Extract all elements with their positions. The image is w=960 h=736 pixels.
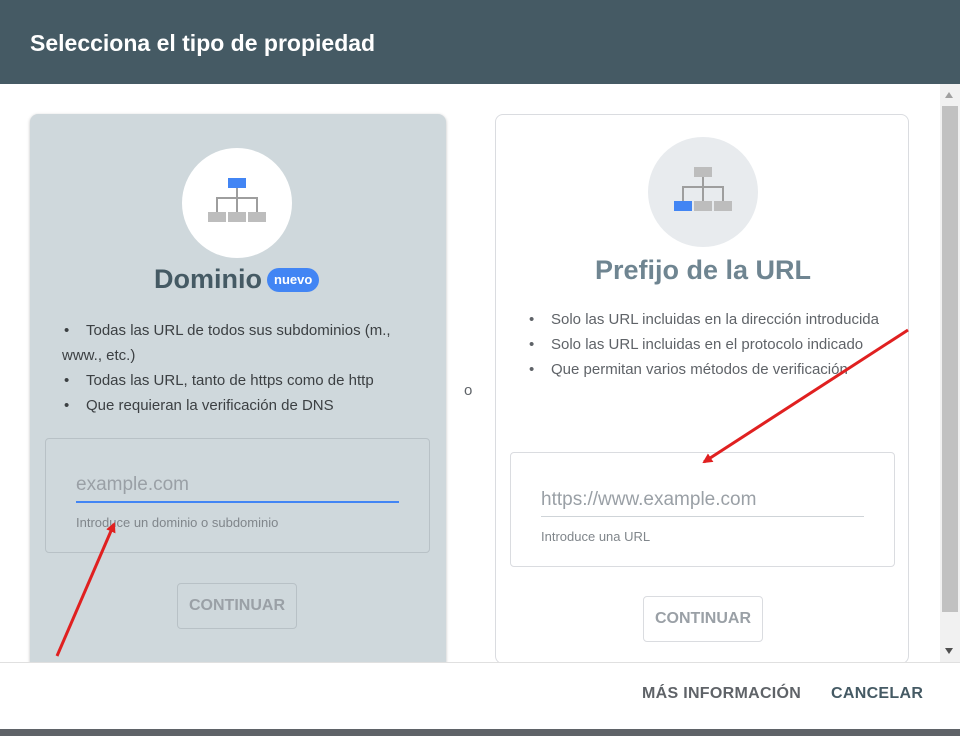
- url-prefix-title: Prefijo de la URL: [594, 255, 812, 285]
- list-item: Que permitan varios métodos de verificac…: [527, 357, 897, 382]
- scrollbar-thumb[interactable]: [942, 106, 958, 612]
- property-type-dialog: Selecciona el tipo de propiedad Dominio: [0, 0, 960, 736]
- vertical-scrollbar[interactable]: [940, 84, 960, 662]
- dialog-body: Dominio nuevo Todas las URL de todos sus…: [0, 84, 960, 662]
- domain-input-hint: Introduce un dominio o subdominio: [76, 515, 279, 530]
- scroll-down-arrow-icon[interactable]: [945, 648, 953, 654]
- url-input-hint: Introduce una URL: [541, 529, 651, 544]
- list-item: Que requieran la verificación de DNS: [62, 393, 432, 418]
- url-input-container: Introduce una URL: [510, 452, 895, 567]
- bottom-edge: [0, 729, 960, 736]
- domain-input-container: Introduce un dominio o subdominio: [45, 438, 430, 553]
- domain-features-list: Todas las URL de todos sus subdominios (…: [62, 318, 432, 418]
- list-item: Todas las URL, tanto de https como de ht…: [62, 368, 432, 393]
- domain-title: Dominio: [154, 264, 262, 294]
- list-item: Todas las URL de todos sus subdominios (…: [62, 318, 432, 368]
- domain-input[interactable]: [76, 469, 399, 503]
- or-separator: o: [464, 382, 473, 399]
- domain-continue-button[interactable]: CONTINUAR: [177, 583, 297, 629]
- url-prefix-continue-button[interactable]: CONTINUAR: [643, 596, 763, 642]
- cancel-button[interactable]: CANCELAR: [831, 685, 923, 703]
- dialog-title: Selecciona el tipo de propiedad: [30, 30, 376, 56]
- domain-icon-circle: [182, 148, 292, 258]
- dialog-footer: MÁS INFORMACIÓN CANCELAR: [0, 662, 960, 736]
- sitemap-icon: [674, 167, 732, 211]
- sitemap-icon: [208, 178, 266, 222]
- url-prefix-card[interactable]: Prefijo de la URL Solo las URL incluidas…: [495, 114, 909, 662]
- more-info-button[interactable]: MÁS INFORMACIÓN: [642, 685, 801, 703]
- scroll-up-arrow-icon[interactable]: [945, 92, 953, 98]
- domain-card[interactable]: Dominio nuevo Todas las URL de todos sus…: [30, 114, 446, 662]
- url-prefix-icon-circle: [648, 137, 758, 247]
- dialog-header: Selecciona el tipo de propiedad: [0, 0, 960, 84]
- new-badge: nuevo: [267, 268, 320, 292]
- list-item: Solo las URL incluidas en la dirección i…: [527, 307, 897, 332]
- url-input[interactable]: [541, 483, 864, 517]
- url-prefix-features-list: Solo las URL incluidas en la dirección i…: [527, 307, 897, 382]
- list-item: Solo las URL incluidas en el protocolo i…: [527, 332, 897, 357]
